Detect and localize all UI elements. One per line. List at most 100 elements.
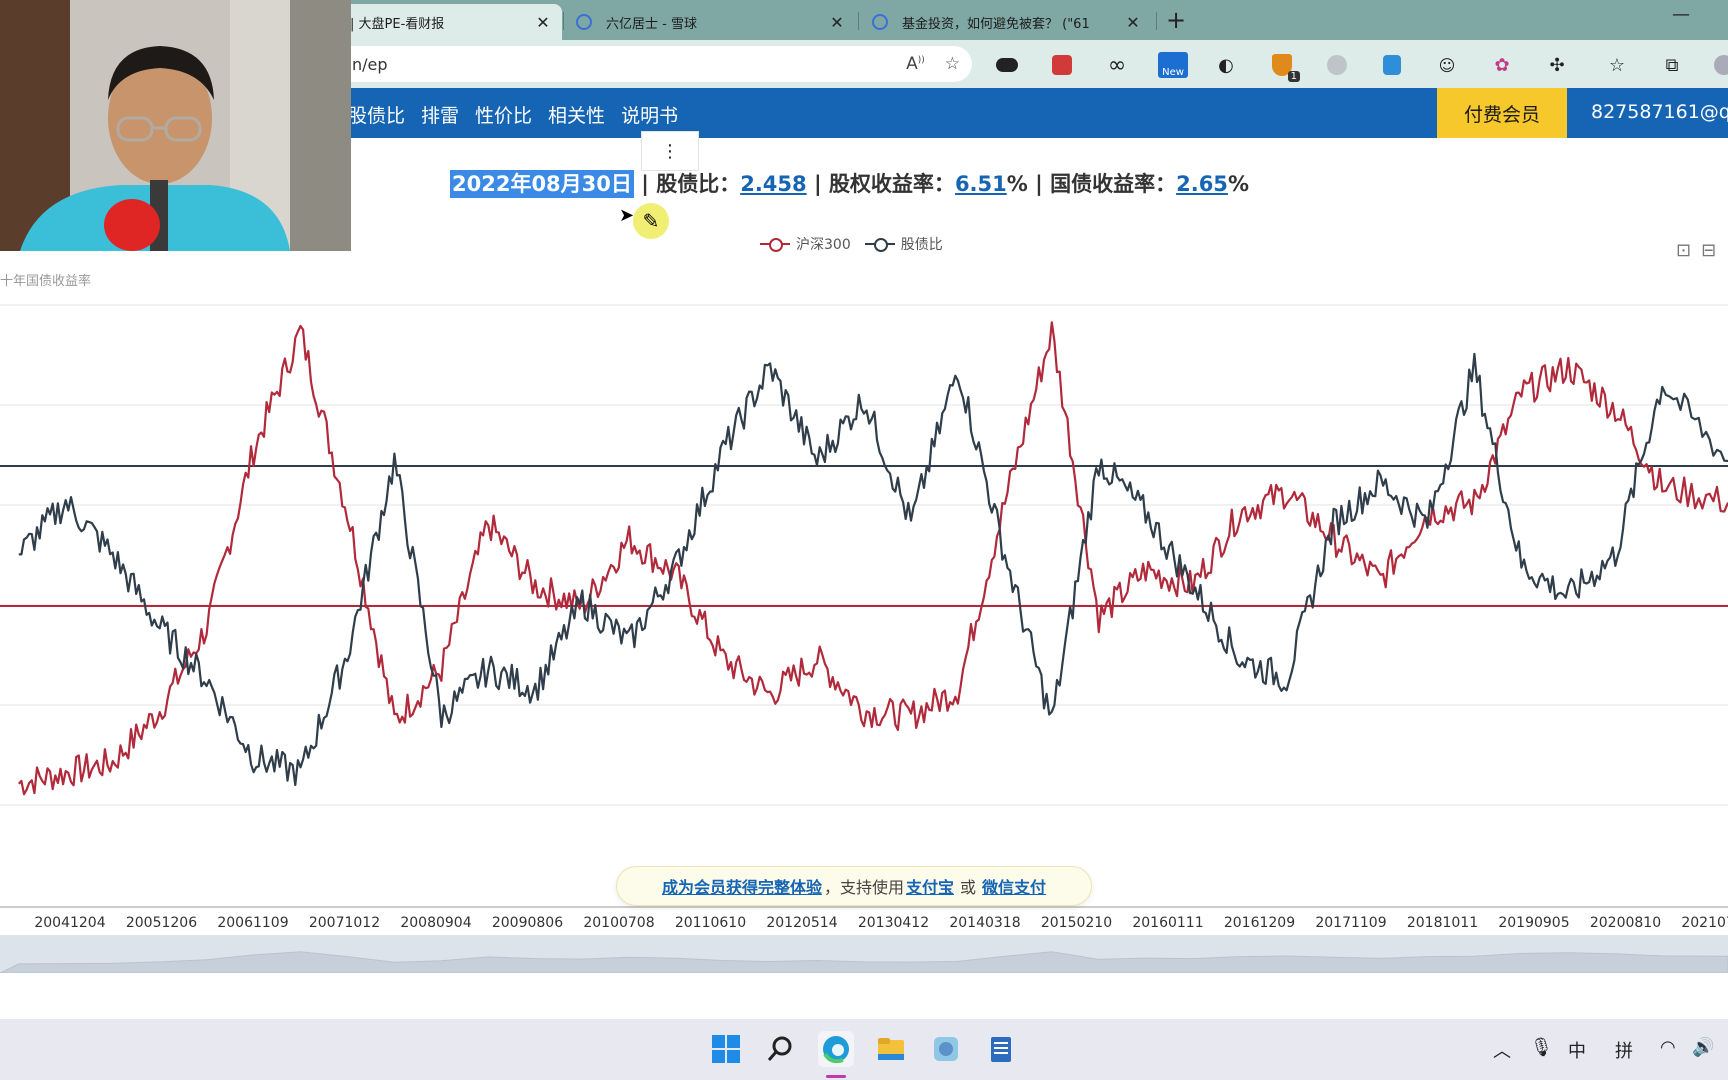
x-tick-label: 20110610 bbox=[675, 915, 746, 930]
profile-avatar-icon[interactable] bbox=[1712, 54, 1728, 76]
ext-mask-icon[interactable] bbox=[995, 54, 1019, 76]
x-tick-label: 20171109 bbox=[1315, 915, 1386, 930]
tab-close-icon[interactable]: ✕ bbox=[534, 13, 552, 32]
equity-yield-label: 股权收益率： bbox=[828, 172, 955, 196]
x-tick-label: 20130412 bbox=[858, 915, 929, 930]
xueqiu-favicon-icon bbox=[576, 14, 592, 30]
webcam-overlay bbox=[0, 0, 351, 251]
x-axis-ticks: 20041204 20051206 20061109 20071012 20080904… bbox=[0, 906, 1728, 930]
x-tick-label: 20080904 bbox=[400, 915, 471, 930]
tab-divider bbox=[858, 12, 859, 30]
x-tick-label: 20100708 bbox=[583, 915, 654, 930]
tab-xueqiu[interactable]: 六亿居士 - 雪球 ✕ bbox=[566, 4, 856, 40]
file-explorer-icon[interactable] bbox=[873, 1031, 909, 1067]
chart-series bbox=[17, 321, 1728, 796]
x-tick-label: 20140318 bbox=[949, 915, 1020, 930]
x-tick-label: 20200810 bbox=[1590, 915, 1661, 930]
vip-button[interactable]: 付费会员 bbox=[1437, 88, 1567, 138]
shield-count-badge: 1 bbox=[1287, 71, 1300, 82]
ratio-value[interactable]: 2.458 bbox=[740, 172, 806, 196]
data-zoom-preview bbox=[0, 951, 1728, 974]
search-icon[interactable] bbox=[763, 1031, 799, 1067]
tab-close-icon[interactable]: ✕ bbox=[828, 13, 846, 32]
tab-title: | 大盘PE-看财报 bbox=[350, 16, 445, 32]
highlighter-icon: ✎ bbox=[633, 203, 669, 239]
separator: | bbox=[806, 172, 829, 196]
ext-owl-icon[interactable]: ☺ bbox=[1435, 54, 1459, 76]
nav-item-stock-bond-ratio[interactable]: 股债比 bbox=[348, 101, 405, 128]
tab-title: 六亿居士 - 雪球 bbox=[606, 16, 697, 32]
ext-infinity-icon[interactable]: ∞ bbox=[1105, 53, 1129, 78]
windows-start-icon[interactable] bbox=[708, 1031, 744, 1067]
banner-text: ，支持使用 bbox=[823, 878, 904, 897]
percent-sign: % bbox=[1006, 172, 1028, 196]
tab-divider bbox=[1156, 12, 1157, 30]
x-tick-label: 20181011 bbox=[1407, 915, 1478, 930]
tab-dapan-pe[interactable]: | 大盘PE-看财报 ✕ bbox=[340, 4, 562, 40]
membership-banner: 成为会员获得完整体验 ，支持使用 支付宝 或 微信支付 bbox=[616, 866, 1092, 906]
legend-item-ratio[interactable]: 股债比 bbox=[864, 234, 943, 254]
wifi-icon[interactable]: ◠ bbox=[1660, 1037, 1676, 1058]
x-tick-label: 20210712 bbox=[1681, 915, 1728, 930]
legend-item-hs300[interactable]: 沪深300 bbox=[760, 234, 851, 254]
x-tick-label: 20041204 bbox=[34, 915, 105, 930]
nav-item-risk-screen[interactable]: 排雷 bbox=[421, 101, 459, 128]
ext-new-badge-icon[interactable]: New bbox=[1158, 52, 1188, 78]
x-tick-label: 20150210 bbox=[1041, 915, 1112, 930]
ime-mode-indicator[interactable]: 中 bbox=[1568, 1037, 1586, 1063]
nav-item-correlation[interactable]: 相关性 bbox=[548, 101, 605, 128]
game-app-icon[interactable] bbox=[928, 1031, 964, 1067]
nav-item-value[interactable]: 性价比 bbox=[475, 101, 532, 128]
bond-yield-value[interactable]: 2.65 bbox=[1176, 172, 1228, 196]
become-member-link[interactable]: 成为会员获得完整体验 bbox=[662, 874, 822, 898]
collections-icon[interactable]: ⧉ bbox=[1660, 54, 1684, 76]
x-tick-label: 20190905 bbox=[1498, 915, 1569, 930]
nav-item-manual[interactable]: 说明书 bbox=[621, 101, 678, 128]
read-aloud-icon[interactable]: A)) bbox=[906, 54, 925, 74]
x-tick-label: 20090806 bbox=[492, 915, 563, 930]
address-url[interactable]: n/ep bbox=[352, 55, 388, 74]
tab-title: 基金投资，如何避免被套？ ("61 bbox=[902, 16, 1090, 32]
tab-close-icon[interactable]: ✕ bbox=[1124, 13, 1142, 32]
windows-taskbar: ︿ 🎙 中 拼 ◠ 🔊 bbox=[0, 1019, 1728, 1080]
x-tick-label: 20071012 bbox=[309, 915, 380, 930]
zoom-reset-icon[interactable]: ⊟ bbox=[1701, 240, 1716, 261]
wechat-pay-link[interactable]: 微信支付 bbox=[982, 874, 1046, 898]
zoom-select-icon[interactable]: ⊡ bbox=[1676, 240, 1691, 261]
summary-date: 2022年08月30日 bbox=[450, 170, 634, 198]
series-line-hs300[interactable] bbox=[17, 321, 1728, 796]
data-zoom-slider[interactable] bbox=[0, 935, 1728, 974]
account-link[interactable]: 827587161@qq bbox=[1591, 101, 1728, 123]
summary-line: 2022年08月30日 | 股债比：2.458 | 股权收益率：6.51% | … bbox=[450, 168, 1249, 198]
x-tick-label: 20161209 bbox=[1224, 915, 1295, 930]
ext-shield-icon[interactable]: 1 bbox=[1270, 54, 1300, 82]
favorites-icon[interactable]: ☆ bbox=[1605, 54, 1629, 76]
x-tick-label: 20160111 bbox=[1132, 915, 1203, 930]
ext-mouse-icon[interactable]: ◐ bbox=[1214, 54, 1238, 76]
x-tick-label: 20051206 bbox=[126, 915, 197, 930]
notepad-icon[interactable] bbox=[983, 1031, 1019, 1067]
show-hidden-icons-icon[interactable]: ︿ bbox=[1493, 1037, 1511, 1063]
chart-plot-area: 20041204 20051206 20061109 20071012 20080904… bbox=[0, 304, 1728, 930]
minimize-icon[interactable]: — bbox=[1672, 4, 1690, 25]
percent-sign: % bbox=[1227, 172, 1249, 196]
address-bar[interactable]: n/ep A)) ☆ bbox=[300, 46, 972, 82]
ime-name-indicator[interactable]: 拼 bbox=[1615, 1037, 1633, 1063]
favorite-add-icon[interactable]: ☆ bbox=[945, 54, 960, 74]
edge-icon[interactable] bbox=[818, 1031, 854, 1067]
ext-flower-icon[interactable]: ✿ bbox=[1490, 54, 1514, 76]
ext-ghost-icon[interactable] bbox=[1325, 54, 1349, 76]
ext-stamp-icon[interactable] bbox=[1380, 54, 1404, 76]
context-menu-icon[interactable]: ⋮ bbox=[641, 131, 699, 171]
alipay-link[interactable]: 支付宝 bbox=[906, 874, 954, 898]
tab-divider bbox=[563, 12, 564, 30]
equity-yield-value[interactable]: 6.51 bbox=[955, 172, 1007, 196]
mouse-cursor-icon: ➤ bbox=[619, 205, 635, 226]
legend-marker-icon bbox=[760, 237, 790, 252]
tab-fund-investing[interactable]: 基金投资，如何避免被套？ ("61 ✕ bbox=[862, 4, 1152, 40]
ext-red-icon[interactable] bbox=[1050, 54, 1074, 76]
microphone-icon[interactable]: 🎙 bbox=[1530, 1037, 1553, 1058]
volume-icon[interactable]: 🔊 bbox=[1692, 1037, 1714, 1058]
new-tab-icon[interactable]: + bbox=[1166, 6, 1186, 34]
extensions-icon[interactable]: ✣ bbox=[1545, 54, 1569, 76]
